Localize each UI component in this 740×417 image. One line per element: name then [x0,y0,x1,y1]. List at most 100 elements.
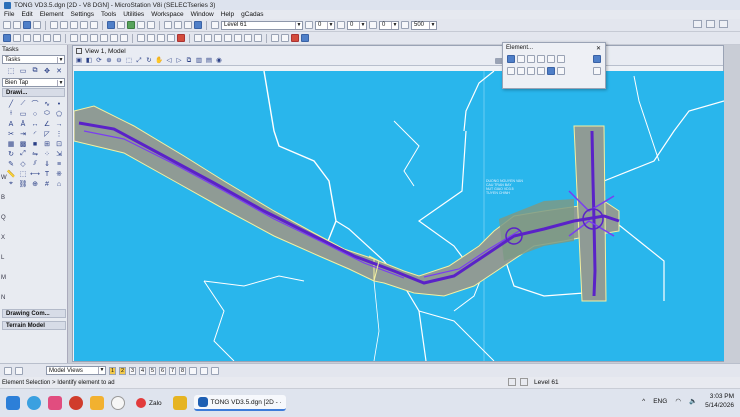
chamfer-tool-icon[interactable]: ◸ [42,130,52,138]
raster-icon[interactable] [117,21,125,29]
move-icon[interactable] [23,34,31,42]
clip-mask-icon[interactable]: ▤ [205,57,213,64]
copy-icon[interactable] [60,21,68,29]
weight-combo[interactable]: 0 ▼ [379,20,399,30]
element-fill-icon[interactable] [547,67,555,75]
menu-gcadas[interactable]: gCadas [241,11,263,18]
language-indicator[interactable]: ENG [653,398,667,405]
drawing-canvas[interactable]: DUONG NGUYEN VAN CAU TRAN BAY NUT GIAO V… [74,71,724,361]
reference-icon[interactable] [107,21,115,29]
chamfer-icon[interactable] [224,34,232,42]
maximize-button[interactable] [706,20,715,28]
minimize-button[interactable] [693,20,702,28]
level-display-icon[interactable] [147,21,155,29]
element-scale-icon[interactable] [537,67,545,75]
terrain-model-group[interactable]: Terrain Model [2,321,66,330]
locate-icon[interactable] [291,34,299,42]
taskbar-microstation[interactable]: TONG VD3.5.dgn [2D - · [193,395,286,411]
lock-icon[interactable] [508,378,516,386]
pattern-icon[interactable] [167,34,175,42]
fill-tool-icon[interactable]: ■ [30,140,40,148]
level-combo[interactable]: Level 61 ▼ [221,20,303,30]
menu-tools[interactable]: Tools [101,11,116,18]
extra-combo[interactable]: 500 ▼ [411,20,437,30]
redo-icon[interactable] [90,21,98,29]
view-toggle-5[interactable]: 5 [149,366,156,375]
clip-volume-icon[interactable]: ▥ [195,57,203,64]
select-icon[interactable] [3,34,11,42]
snap-tool-icon[interactable]: ⊕ [30,180,40,188]
fit-view-icon[interactable]: ⤢ [135,57,143,64]
view-toggle-7[interactable]: 7 [169,366,176,375]
next-view-icon[interactable]: ▷ [175,57,183,64]
menu-window[interactable]: Window [191,11,214,18]
fillet-tool-icon[interactable]: ◜ [30,130,40,138]
pattern-tool-icon[interactable]: ▩ [18,140,28,148]
undo-icon[interactable] [80,21,88,29]
element-dialog-titlebar[interactable]: Element... ✕ [503,43,605,53]
print-icon[interactable] [33,21,41,29]
wifi-icon[interactable]: ◠ [675,397,681,405]
label-tool-icon[interactable]: T [42,170,52,178]
link-tool-icon[interactable]: ⛓ [18,180,28,188]
line-icon[interactable] [70,34,78,42]
scale-icon[interactable] [53,34,61,42]
close-button[interactable] [719,20,728,28]
ellipse-tool-icon[interactable]: ⬭ [42,110,52,118]
copy-tool-icon[interactable]: ⧉ [30,67,40,75]
menu-edit[interactable]: Edit [21,11,32,18]
file-explorer-icon[interactable] [90,396,104,410]
dimension-icon[interactable] [120,34,128,42]
circle-tool-icon[interactable]: ○ [30,110,40,118]
chrome-icon[interactable] [69,396,83,410]
element-arc-icon[interactable] [527,55,535,63]
element-pointer-icon[interactable] [593,67,601,75]
select-element-icon[interactable]: ⬚ [6,67,16,75]
rotate-view-icon[interactable]: ↻ [145,57,153,64]
view-toggle-2[interactable]: 2 [119,366,126,375]
color-combo[interactable]: 0 ▼ [315,20,335,30]
chrome-profile-icon[interactable] [111,396,125,410]
active-level-icon[interactable] [211,21,219,29]
transparency-icon[interactable] [401,21,409,29]
angle-tool-icon[interactable]: ∠ [42,120,52,128]
cell-icon[interactable] [157,34,165,42]
element-rotate-icon[interactable] [527,67,535,75]
paste-icon[interactable] [70,21,78,29]
array-icon[interactable] [254,34,262,42]
edge-icon[interactable] [27,396,41,410]
view-toggle-1[interactable]: 1 [109,366,116,375]
move-tool-icon[interactable]: ✥ [42,67,52,75]
polygon-icon[interactable] [100,34,108,42]
arrow-tool-icon[interactable]: → [54,120,64,128]
drawing-group-header[interactable]: Drawi... [2,88,65,97]
curve-tool-icon[interactable]: ∿ [42,100,52,108]
polygon-tool-icon[interactable]: ⬠ [54,110,64,118]
view-toggle-4[interactable]: 4 [139,366,146,375]
menu-settings[interactable]: Settings [71,11,95,18]
match-tool-icon[interactable]: ≡ [54,160,64,168]
model-views-combo[interactable]: Model Views ▼ [46,366,106,375]
trim-icon[interactable] [194,34,202,42]
drawing-composition-group[interactable]: Drawing Com... [2,309,66,318]
vertex-tool-icon[interactable]: ◇ [18,160,28,168]
delete-icon[interactable] [177,34,185,42]
delete-tool-icon[interactable]: ✕ [54,67,64,75]
weight-icon[interactable] [369,21,377,29]
element-copy-icon[interactable] [517,67,525,75]
element-info-icon[interactable] [593,55,601,63]
group-icon[interactable] [281,34,289,42]
view-options-icon[interactable] [189,366,197,375]
circle-icon[interactable] [90,34,98,42]
mirror-tool-icon[interactable]: ⇋ [30,150,40,158]
menu-workspace[interactable]: Workspace [151,11,183,18]
fence-icon[interactable] [13,34,21,42]
pan-view-icon[interactable]: ✋ [155,57,163,64]
zoom-out-icon[interactable]: ⊖ [115,57,123,64]
array-tool-icon[interactable]: ⁘ [42,150,52,158]
clock[interactable]: 3:03 PM 5/14/2026 [705,392,734,410]
accudraw-icon[interactable] [184,21,192,29]
bien-tap-combo[interactable]: Bien Tap ▼ [2,78,65,87]
lock-tool-icon[interactable]: ⌂ [54,180,64,188]
copy-view-icon[interactable]: ⧉ [185,57,193,64]
